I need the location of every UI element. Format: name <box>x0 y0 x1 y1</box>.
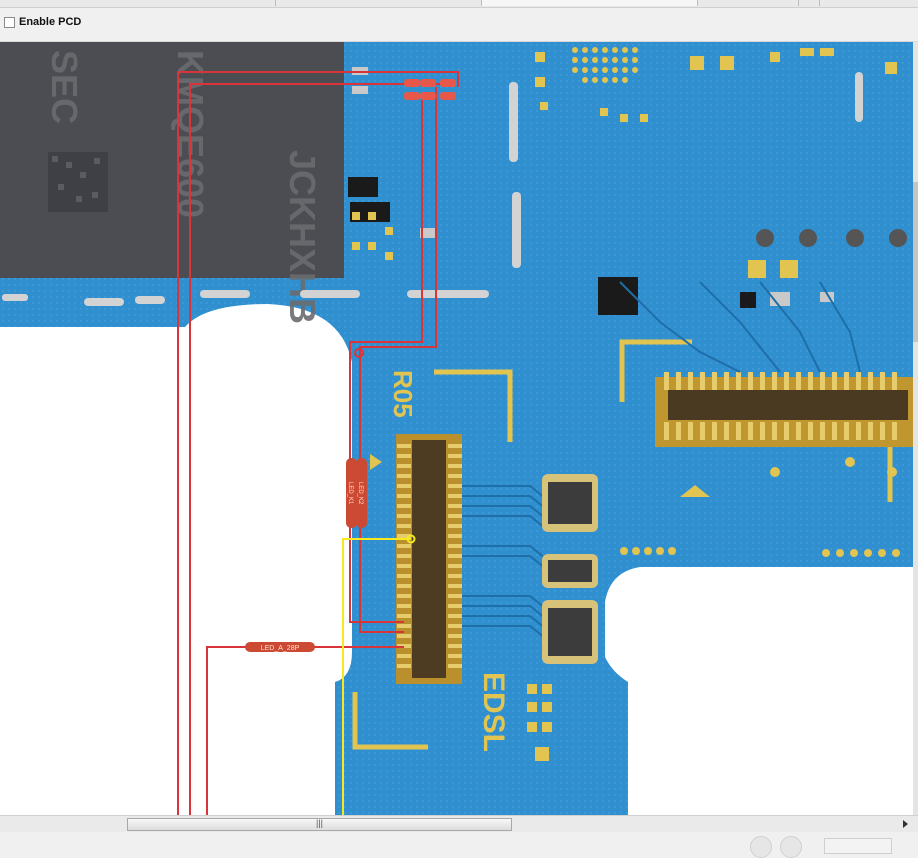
net-label-led-a-text: LED_A_28P <box>261 645 300 652</box>
silk-text-r05: R05 <box>388 370 418 418</box>
chip-marking: SEC <box>44 50 85 124</box>
enable-pcd-label: Enable PCD <box>19 16 82 28</box>
horizontal-scrollbar[interactable]: ||| <box>0 815 918 833</box>
enable-pcd-checkbox[interactable] <box>4 17 15 28</box>
vertical-scroll-thumb[interactable] <box>913 182 918 342</box>
board-canvas[interactable]: SEC KMQE600 JCKHXHB R05 EDSL LED_K1 LED_… <box>0 42 913 815</box>
tab-segment[interactable] <box>482 0 698 6</box>
net-label-k: LED_K1 LED_K2 <box>346 458 367 528</box>
top-tab-strip <box>0 0 918 8</box>
status-field <box>824 838 892 854</box>
board-viewer[interactable]: SEC KMQE600 JCKHXHB R05 EDSL LED_K1 LED_… <box>0 42 913 815</box>
horizontal-scroll-thumb[interactable]: ||| <box>127 818 512 831</box>
pcd-toolbar: Enable PCD <box>0 8 918 42</box>
silk-text-edsl: EDSL <box>477 672 510 752</box>
scroll-grip: ||| <box>316 818 324 828</box>
small-ic <box>542 474 598 664</box>
tab-segment[interactable] <box>698 0 799 6</box>
tab-segment[interactable] <box>799 0 820 6</box>
net-label-led-k1: LED_K1 <box>347 482 353 505</box>
tab-segment[interactable] <box>0 0 276 6</box>
status-bar <box>0 832 918 858</box>
scroll-right-arrow-icon[interactable] <box>903 820 908 828</box>
tab-segment[interactable] <box>276 0 482 6</box>
main-connector <box>396 434 462 684</box>
net-label-led-k2: LED_K2 <box>357 482 363 505</box>
nav-back-icon[interactable] <box>750 836 772 858</box>
vertical-scrollbar[interactable] <box>913 42 918 815</box>
nav-forward-icon[interactable] <box>780 836 802 858</box>
